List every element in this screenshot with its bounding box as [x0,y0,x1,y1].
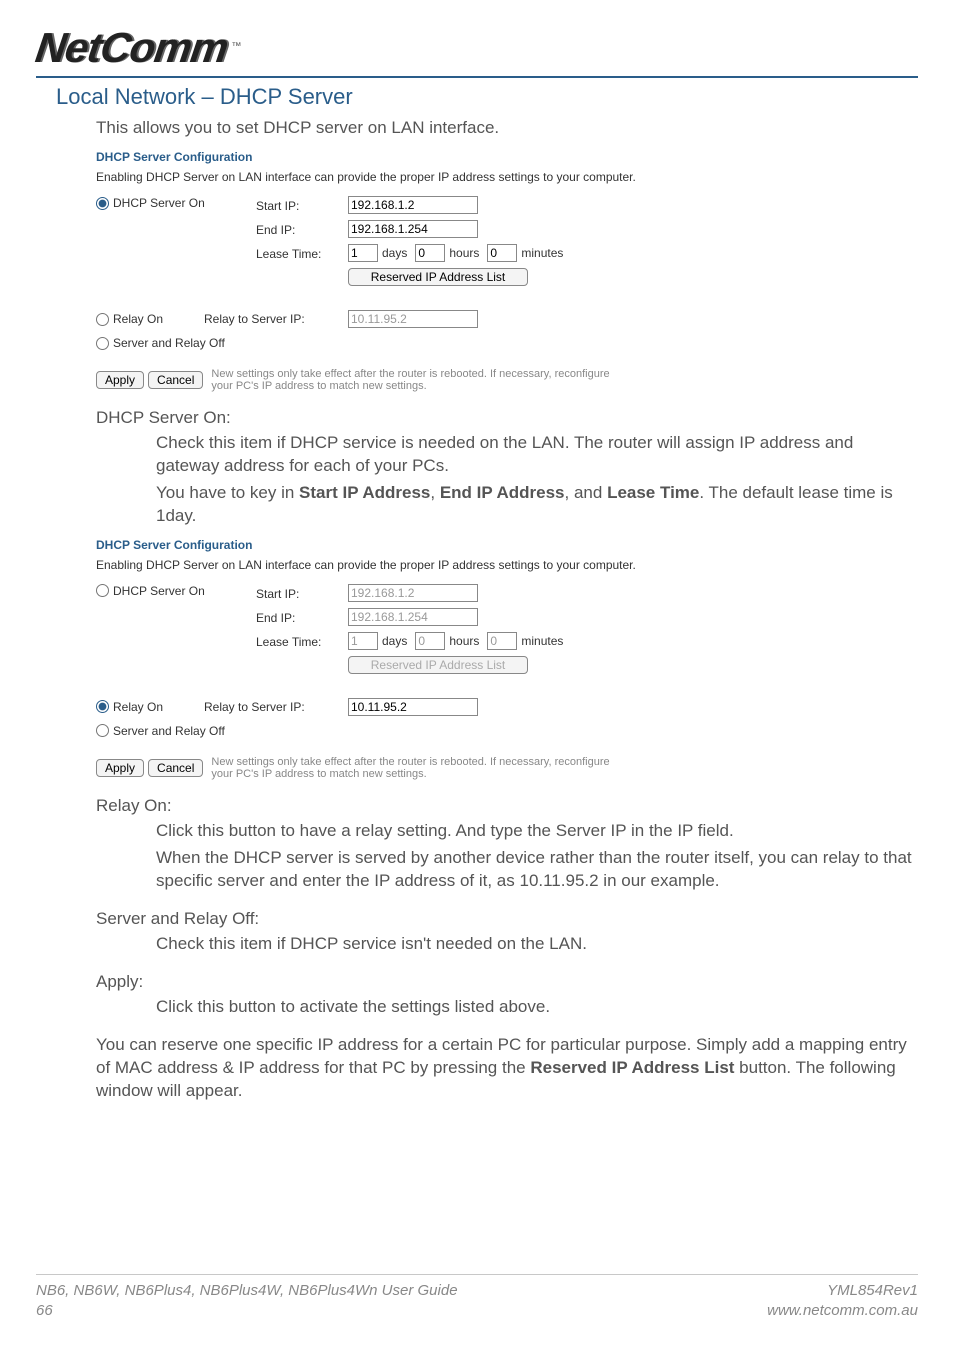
days-unit: days [382,246,407,260]
apply-button-2[interactable]: Apply [96,759,144,777]
dhcp-on-label: DHCP Server On [113,196,205,210]
logo-text: NetComm [33,24,231,72]
lease-time-label: Lease Time: [256,247,348,279]
relay-on-label-2: Relay On [113,700,163,714]
intro-text: This allows you to set DHCP server on LA… [96,118,918,138]
reboot-note: New settings only take effect after the … [211,368,631,392]
reserved-ip-list-button-2[interactable]: Reserved IP Address List [348,656,528,674]
dhcp-on-label-2: DHCP Server On [113,584,205,598]
trademark-icon: ™ [231,41,241,52]
cancel-button[interactable]: Cancel [148,371,203,389]
minutes-unit: minutes [521,246,563,260]
dhcp-server-on-radio[interactable] [96,197,109,210]
relay-on-radio[interactable] [96,313,109,326]
panel1-desc: Enabling DHCP Server on LAN interface ca… [96,170,676,184]
start-ip-input[interactable] [348,196,478,214]
dhcp-panel-2: DHCP Server Configuration Enabling DHCP … [96,538,918,780]
hours-unit-2: hours [449,634,479,648]
panel2-desc: Enabling DHCP Server on LAN interface ca… [96,558,676,572]
dhcp-server-on-radio-2[interactable] [96,584,109,597]
footer-guide: NB6, NB6W, NB6Plus4, NB6Plus4W, NB6Plus4… [36,1281,458,1301]
start-ip-input-2[interactable] [348,584,478,602]
brand-logo: NetComm ™ [36,24,918,76]
server-off-heading: Server and Relay Off: [96,909,918,929]
server-relay-off-radio[interactable] [96,337,109,350]
section-title: Local Network – DHCP Server [56,84,918,110]
panel1-title: DHCP Server Configuration [96,150,918,164]
end-ip-label: End IP: [256,223,348,247]
relay-p1: Click this button to have a relay settin… [156,820,916,843]
lease-days-input[interactable] [348,244,378,262]
relay-server-ip-label: Relay to Server IP: [204,312,348,326]
reserve-paragraph: You can reserve one specific IP address … [96,1034,916,1103]
days-unit-2: days [382,634,407,648]
panel2-title: DHCP Server Configuration [96,538,918,552]
relay-on-radio-2[interactable] [96,700,109,713]
relay-on-label: Relay On [113,312,163,326]
footer-url: www.netcomm.com.au [767,1301,918,1321]
server-relay-off-label-2: Server and Relay Off [113,724,225,738]
page-footer: NB6, NB6W, NB6Plus4, NB6Plus4W, NB6Plus4… [36,1274,918,1320]
dhcp-on-p1: Check this item if DHCP service is neede… [156,432,916,478]
apply-button[interactable]: Apply [96,371,144,389]
relay-on-heading: Relay On: [96,796,918,816]
server-relay-off-radio-2[interactable] [96,724,109,737]
end-ip-label-2: End IP: [256,611,348,635]
dhcp-on-heading: DHCP Server On: [96,408,918,428]
relay-server-ip-input[interactable] [348,310,478,328]
end-ip-input[interactable] [348,220,478,238]
lease-hours-input-2[interactable] [415,632,445,650]
cancel-button-2[interactable]: Cancel [148,759,203,777]
reboot-note-2: New settings only take effect after the … [211,756,631,780]
footer-revision: YML854Rev1 [767,1281,918,1301]
reserved-ip-list-button[interactable]: Reserved IP Address List [348,268,528,286]
dhcp-panel-1: DHCP Server Configuration Enabling DHCP … [96,150,918,392]
lease-days-input-2[interactable] [348,632,378,650]
server-relay-off-label: Server and Relay Off [113,336,225,350]
minutes-unit-2: minutes [521,634,563,648]
hours-unit: hours [449,246,479,260]
relay-p2: When the DHCP server is served by anothe… [156,847,916,893]
relay-server-ip-input-2[interactable] [348,698,478,716]
end-ip-input-2[interactable] [348,608,478,626]
server-off-p1: Check this item if DHCP service isn't ne… [156,933,916,956]
dhcp-on-p2: You have to key in Start IP Address, End… [156,482,916,528]
apply-heading: Apply: [96,972,918,992]
start-ip-label: Start IP: [256,199,348,223]
header-rule [36,76,918,78]
relay-server-ip-label-2: Relay to Server IP: [204,700,348,714]
lease-minutes-input[interactable] [487,244,517,262]
apply-p1: Click this button to activate the settin… [156,996,916,1019]
footer-page-number: 66 [36,1301,458,1321]
lease-time-label-2: Lease Time: [256,635,348,667]
lease-hours-input[interactable] [415,244,445,262]
lease-minutes-input-2[interactable] [487,632,517,650]
start-ip-label-2: Start IP: [256,587,348,611]
